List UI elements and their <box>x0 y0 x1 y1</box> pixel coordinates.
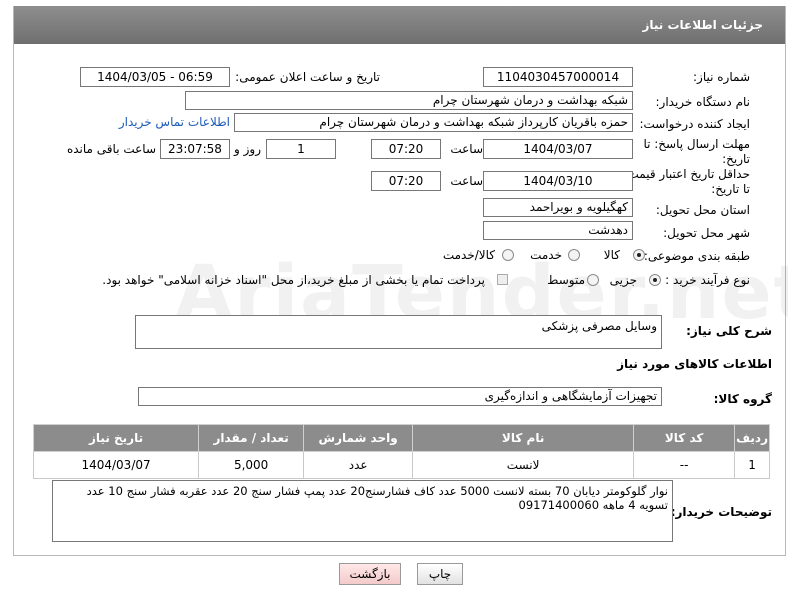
col-code: کد کالا <box>633 424 736 452</box>
description-label: شرح کلی نیاز: <box>686 324 772 338</box>
col-unit: واحد شمارش <box>303 424 414 452</box>
process-radio-minor[interactable] <box>649 274 661 286</box>
process-option-medium: متوسط <box>547 273 585 287</box>
category-label: طبقه بندی موضوعی: <box>643 249 750 263</box>
need-number-label: شماره نیاز: <box>693 70 750 84</box>
price-validity-time: 07:20 <box>371 171 441 191</box>
buyer-contact-link[interactable]: اطلاعات تماس خریدار <box>119 115 230 129</box>
col-date: تاریخ نیاز <box>32 424 200 452</box>
category-option-goods: کالا <box>603 248 620 262</box>
price-validity-label-2: تا تاریخ: <box>711 182 750 196</box>
remaining-time-label: ساعت باقی مانده <box>66 142 156 156</box>
col-name: نام کالا <box>412 424 635 452</box>
items-table: ردیف کد کالا نام کالا واحد شمارش تعداد /… <box>32 424 770 479</box>
buyer-org-field: شبکه بهداشت و درمان شهرستان چرام <box>185 91 633 110</box>
process-radio-medium[interactable] <box>587 274 599 286</box>
cell-qty: 5,000 <box>198 451 305 479</box>
category-radio-goods[interactable] <box>633 249 645 261</box>
col-row: ردیف <box>734 424 770 452</box>
purchase-process-label: نوع فرآیند خرید : <box>665 273 750 287</box>
print-button[interactable]: چاپ <box>417 563 463 585</box>
delivery-city-field: دهدشت <box>483 221 633 240</box>
need-number-field: 1104030457000014 <box>483 67 633 87</box>
description-field[interactable]: وسایل مصرفی پزشکی <box>135 315 662 349</box>
goods-group-field: تجهیزات آزمایشگاهی و اندازه‌گیری <box>138 387 662 406</box>
cell-code: -- <box>633 451 736 479</box>
cell-unit: عدد <box>303 451 414 479</box>
category-radio-both[interactable] <box>502 249 514 261</box>
reply-deadline-date: 1404/03/07 <box>483 139 633 159</box>
process-option-minor: جزیی <box>609 273 637 287</box>
category-radio-service[interactable] <box>568 249 580 261</box>
table-row: 1 -- لانست عدد 5,000 1404/03/07 <box>32 451 770 479</box>
delivery-province-label: استان محل تحویل: <box>655 203 750 217</box>
reply-days-label: روز و <box>234 142 261 156</box>
buyer-org-label: نام دستگاه خریدار: <box>655 95 751 109</box>
reply-days-field: 1 <box>266 139 336 159</box>
goods-group-label: گروه کالا: <box>713 392 772 406</box>
price-validity-date: 1404/03/10 <box>483 171 633 191</box>
price-validity-label-1: حداقل تاریخ اعتبار قیمت: <box>623 167 750 181</box>
reply-deadline-time: 07:20 <box>371 139 441 159</box>
category-option-both: کالا/خدمت <box>442 248 495 262</box>
page-title: جزئیات اطلاعات نیاز <box>14 6 785 44</box>
reply-deadline-label-2: تاریخ: <box>722 152 750 166</box>
col-qty: تعداد / مقدار <box>198 424 305 452</box>
announce-datetime-label: تاریخ و ساعت اعلان عمومی: <box>235 70 380 84</box>
announce-datetime-field: 1404/03/05 - 06:59 <box>80 67 230 87</box>
cell-name: لانست <box>412 451 635 479</box>
buyer-notes-label: توضیحات خریدار: <box>670 505 772 519</box>
category-option-service: خدمت <box>530 248 562 262</box>
remaining-time-field: 23:07:58 <box>160 139 230 159</box>
reply-time-label: ساعت <box>450 142 483 156</box>
requester-field: حمزه باقریان کارپرداز شبکه بهداشت و درما… <box>234 113 633 132</box>
back-button[interactable]: بازگشت <box>339 563 401 585</box>
buyer-notes-field[interactable]: نوار گلوکومتر دیابان 70 بسته لانست 5000 … <box>52 480 673 542</box>
treasury-note: پرداخت تمام یا بخشی از مبلغ خرید،از محل … <box>102 273 485 287</box>
goods-section-title: اطلاعات کالاهای مورد نیاز <box>617 357 772 371</box>
requester-label: ایجاد کننده درخواست: <box>639 117 750 131</box>
treasury-checkbox[interactable] <box>497 274 508 285</box>
cell-row: 1 <box>734 451 770 479</box>
delivery-city-label: شهر محل تحویل: <box>663 226 750 240</box>
price-validity-time-label: ساعت <box>450 174 483 188</box>
delivery-province-field: کهگیلویه و بویراحمد <box>483 198 633 217</box>
reply-deadline-label-1: مهلت ارسال پاسخ: تا <box>643 137 750 151</box>
cell-date: 1404/03/07 <box>32 451 200 479</box>
